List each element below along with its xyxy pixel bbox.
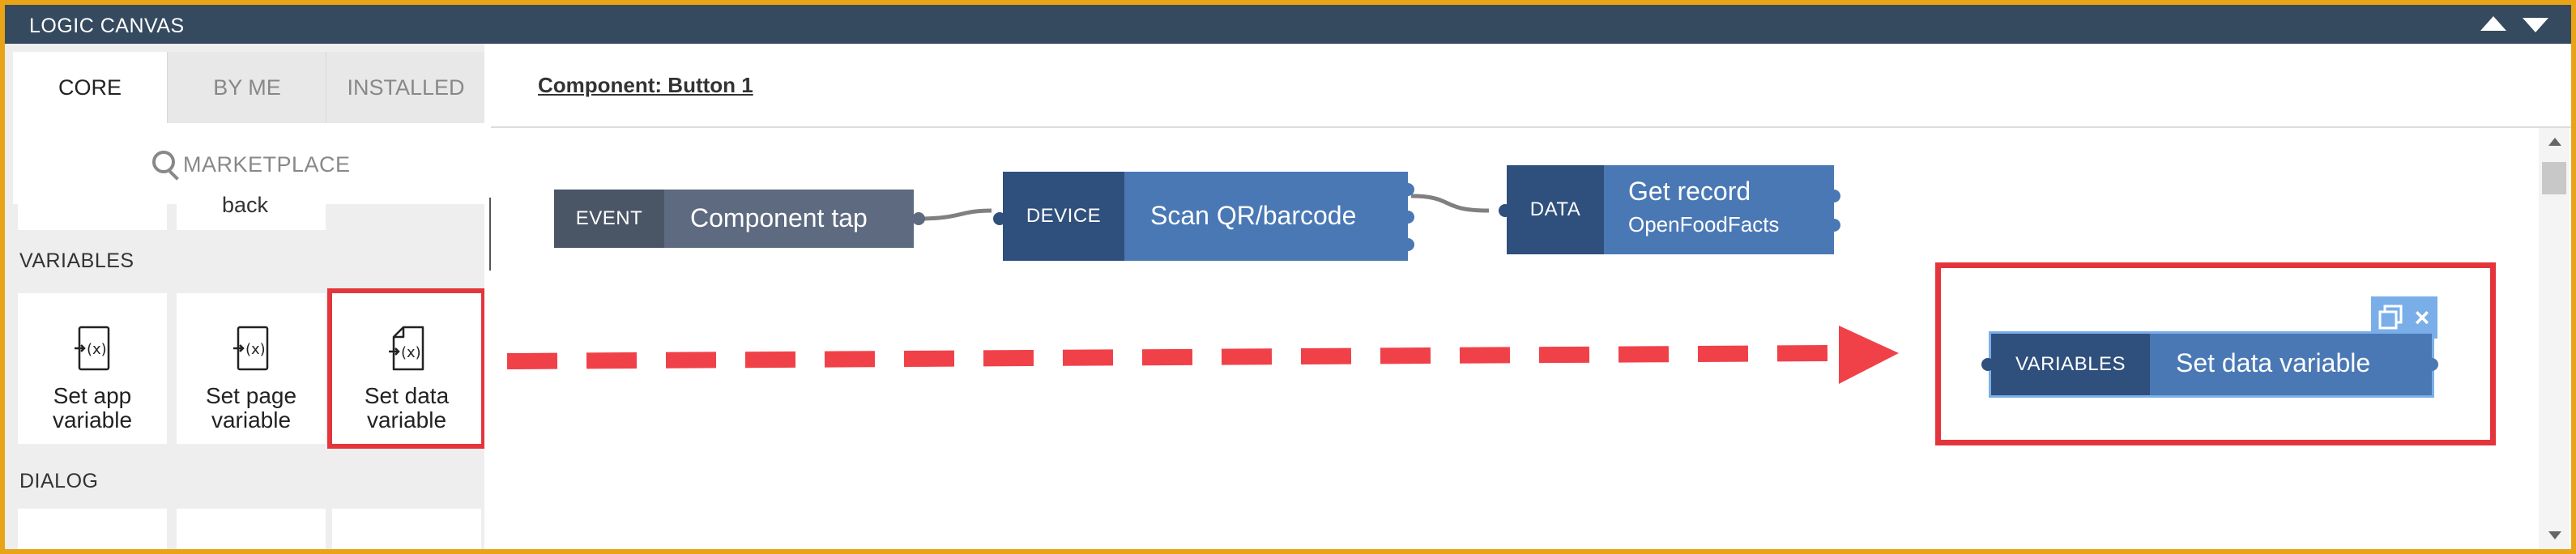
node-actions: × bbox=[2371, 296, 2437, 339]
input-port[interactable] bbox=[1499, 204, 1512, 217]
device-node[interactable]: DEVICE Scan QR/barcode bbox=[1003, 172, 1408, 261]
node-tag: VARIABLES bbox=[1991, 334, 2150, 395]
output-port[interactable] bbox=[2425, 358, 2438, 371]
input-port[interactable] bbox=[993, 212, 1006, 225]
connector-line bbox=[918, 208, 992, 221]
node-title: Get record bbox=[1628, 177, 1751, 206]
drag-arrow-head bbox=[1839, 326, 1899, 384]
output-port[interactable] bbox=[1401, 211, 1414, 224]
node-title: Component tap bbox=[690, 203, 868, 232]
event-node[interactable]: EVENT Component tap bbox=[554, 190, 914, 248]
variables-node[interactable]: VARIABLES Set data variable bbox=[1989, 331, 2434, 398]
drag-arrow-shaft bbox=[506, 345, 1830, 369]
input-port[interactable] bbox=[1981, 358, 1994, 371]
node-title: Scan QR/barcode bbox=[1150, 201, 1357, 230]
node-subtitle: OpenFoodFacts bbox=[1628, 212, 1780, 237]
node-tag: DEVICE bbox=[1003, 172, 1124, 261]
node-title: Set data variable bbox=[2176, 348, 2371, 377]
node-tag: DATA bbox=[1507, 165, 1604, 254]
data-node[interactable]: DATA Get record OpenFoodFacts bbox=[1507, 165, 1834, 254]
output-port[interactable] bbox=[1401, 238, 1414, 251]
output-port[interactable] bbox=[912, 212, 925, 225]
output-port[interactable] bbox=[1828, 190, 1840, 202]
output-port[interactable] bbox=[1828, 219, 1840, 232]
output-port[interactable] bbox=[1401, 183, 1414, 196]
close-icon[interactable]: × bbox=[2410, 305, 2434, 330]
node-tag: EVENT bbox=[554, 190, 664, 248]
logic-canvas-window: LOGIC CANVAS CORE BY ME INSTALLED MARKET… bbox=[5, 5, 2571, 549]
connector-line bbox=[1410, 194, 1490, 213]
duplicate-icon[interactable] bbox=[2376, 303, 2405, 332]
